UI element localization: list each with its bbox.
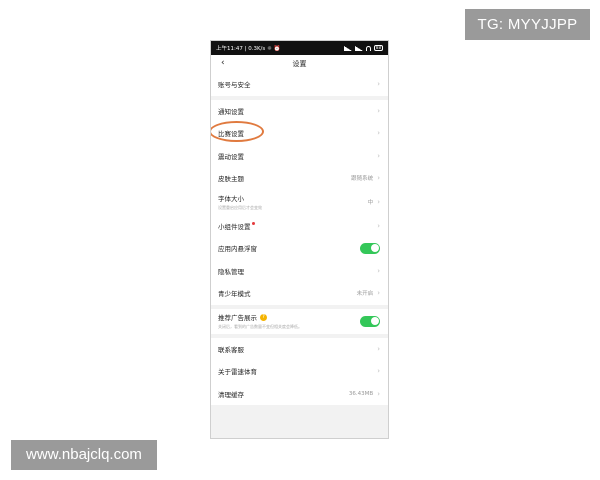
settings-row-theme[interactable]: 皮肤主题 跟随系统 › <box>211 167 388 190</box>
chevron-right-icon: › <box>377 389 380 398</box>
red-dot-badge <box>251 222 255 226</box>
settings-row-notifications[interactable]: 通知设置 › <box>211 100 388 123</box>
settings-group-ads: 推荐广告展示 ? 关闭后，看到的广告数量不变但相关度会降低。 <box>211 308 388 334</box>
nav-bar: ‹ 设置 <box>211 55 388 73</box>
back-arrow-icon[interactable]: ‹ <box>221 58 225 68</box>
toggle-knob <box>370 317 379 325</box>
highlight-circle-annotation <box>211 121 264 142</box>
row-label: 隐私管理 <box>218 267 244 276</box>
settings-row-about[interactable]: 关于雷速体育 › <box>211 360 388 383</box>
row-right: 跟随系统 › <box>351 174 380 182</box>
settings-row-floating-window: 应用内悬浮窗 <box>211 237 388 260</box>
settings-group-main: 通知设置 › 比赛设置 › 震动设置 › 皮肤主题 跟随系统 › 字体大小 设置… <box>211 99 388 305</box>
row-value: 未开启 <box>356 291 374 298</box>
tg-watermark-badge: TG: MYYJJPP <box>465 9 590 40</box>
row-label: 关于雷速体育 <box>218 368 257 377</box>
row-label: 推荐广告展示 <box>218 314 257 322</box>
signal-icon <box>343 45 352 51</box>
row-label: 字体大小 <box>218 195 244 203</box>
wifi-icon <box>365 45 371 51</box>
row-value: 中 <box>367 200 374 206</box>
settings-row-teen-mode[interactable]: 青少年模式 未开启 › <box>211 282 388 305</box>
row-right: 中 › <box>368 198 380 206</box>
chevron-right-icon: › <box>377 266 380 275</box>
row-label: 联系客服 <box>218 345 244 354</box>
settings-row-account[interactable]: 账号与安全 › <box>211 73 388 96</box>
row-label: 账号与安全 <box>218 81 251 90</box>
row-main: 推荐广告展示 ? 关闭后，看到的广告数量不变但相关度会降低。 <box>218 312 302 330</box>
chevron-right-icon: › <box>377 129 380 138</box>
chevron-right-icon: › <box>377 151 380 160</box>
chevron-right-icon: › <box>377 80 380 89</box>
row-label: 通知设置 <box>218 107 244 116</box>
row-label: 应用内悬浮窗 <box>218 245 257 254</box>
phone-screen: 上午11:47 | 0.3K/s ☼ ⏰ 88 ‹ 设置 账号与安全 › 通知设… <box>210 40 389 439</box>
ads-toggle[interactable] <box>360 315 380 327</box>
chevron-right-icon: › <box>377 221 380 230</box>
chevron-right-icon: › <box>377 106 380 115</box>
page-title: 设置 <box>292 60 307 68</box>
settings-row-cache[interactable]: 清理缓存 36.43MB › <box>211 383 388 406</box>
row-label: 清理缓存 <box>218 390 244 399</box>
settings-row-support[interactable]: 联系客服 › <box>211 338 388 361</box>
chevron-right-icon: › <box>377 198 380 206</box>
settings-row-ads: 推荐广告展示 ? 关闭后，看到的广告数量不变但相关度会降低。 <box>211 309 388 334</box>
status-time: 上午11:47 | 0.3K/s ☼ ⏰ <box>216 46 281 52</box>
row-label: 青少年模式 <box>218 290 251 299</box>
settings-row-widgets[interactable]: 小组件设置 › <box>211 215 388 238</box>
status-icons: 88 <box>343 45 383 51</box>
row-value: 跟随系统 <box>351 176 374 183</box>
row-right: 未开启 › <box>357 289 380 297</box>
settings-row-privacy[interactable]: 隐私管理 › <box>211 260 388 283</box>
settings-group-other: 联系客服 › 关于雷速体育 › 清理缓存 36.43MB › <box>211 337 388 406</box>
floating-window-toggle[interactable] <box>360 242 380 254</box>
row-label: 震动设置 <box>218 152 244 161</box>
signal-icon-2 <box>354 45 363 51</box>
chevron-right-icon: › <box>377 289 380 298</box>
row-subtitle: 设置重启应用后才会变效 <box>218 205 262 210</box>
row-main: 字体大小 设置重启应用后才会变效 <box>218 193 262 211</box>
chevron-right-icon: › <box>377 344 380 353</box>
settings-row-match[interactable]: 比赛设置 › <box>211 121 388 145</box>
settings-row-font-size[interactable]: 字体大小 设置重启应用后才会变效 中 › <box>211 190 388 215</box>
row-label: 小组件设置 <box>218 222 251 231</box>
chevron-right-icon: › <box>377 367 380 376</box>
info-icon[interactable]: ? <box>260 313 267 321</box>
row-label: 皮肤主题 <box>218 175 244 184</box>
row-value: 36.43MB <box>348 390 374 397</box>
row-label-wrap: 推荐广告展示 ? <box>218 312 302 322</box>
toggle-knob <box>370 244 379 253</box>
settings-row-vibration[interactable]: 震动设置 › <box>211 145 388 168</box>
battery-icon: 88 <box>373 45 383 51</box>
row-label-wrap: 小组件设置 <box>218 221 255 231</box>
chevron-right-icon: › <box>377 174 380 183</box>
status-bar: 上午11:47 | 0.3K/s ☼ ⏰ 88 <box>211 41 388 55</box>
row-subtitle: 关闭后，看到的广告数量不变但相关度会降低。 <box>218 324 302 329</box>
url-watermark-badge: www.nbajclq.com <box>11 440 157 470</box>
settings-group-account: 账号与安全 › <box>211 73 388 96</box>
row-right: 36.43MB › <box>349 390 380 398</box>
